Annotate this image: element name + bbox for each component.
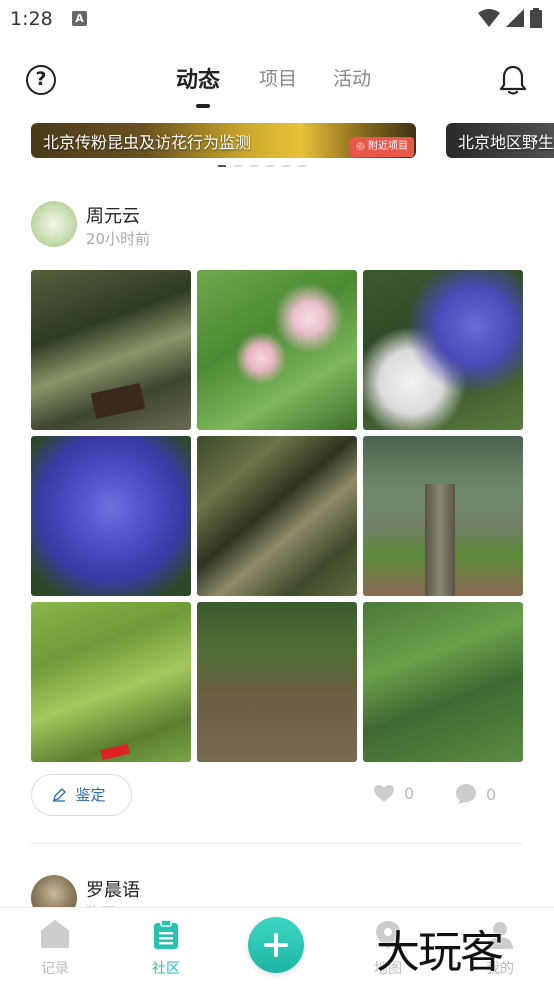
post-divider bbox=[31, 843, 523, 844]
nearby-project-badge: ◎ 附近项目 bbox=[350, 137, 414, 157]
status-bar: 1:28 A bbox=[0, 0, 554, 40]
status-icons bbox=[478, 8, 542, 28]
add-record-button[interactable] bbox=[248, 917, 304, 973]
photo-pine-trunk[interactable] bbox=[363, 436, 523, 596]
edit-pen-icon bbox=[53, 788, 66, 802]
clipboard-icon bbox=[154, 920, 178, 949]
avatar[interactable] bbox=[31, 201, 77, 247]
carousel-dot bbox=[234, 165, 242, 167]
comment-icon bbox=[456, 784, 476, 804]
carousel-dot bbox=[218, 165, 226, 167]
comment-button[interactable]: 0 bbox=[456, 784, 496, 804]
banner-title: 北京传粉昆虫及访花行为监测 bbox=[43, 133, 252, 152]
photo-agapanthus-blue[interactable] bbox=[31, 436, 191, 596]
top-nav: ? 动态 项目 活动 bbox=[0, 54, 554, 110]
nav-community[interactable]: 社区 bbox=[136, 920, 196, 977]
signal-icon bbox=[506, 9, 524, 27]
appraise-button[interactable]: 鉴定 bbox=[31, 774, 132, 816]
like-button[interactable]: 0 bbox=[374, 784, 414, 803]
bell-icon[interactable] bbox=[498, 64, 528, 96]
banner-carousel: 北京传粉昆虫及访花行为监测 ◎ 附近项目 北京地区野生 bbox=[0, 120, 554, 172]
like-count: 0 bbox=[404, 784, 415, 803]
photo-pine-branches[interactable] bbox=[31, 602, 191, 762]
tab-indicator bbox=[196, 104, 210, 108]
battery-icon bbox=[530, 8, 542, 28]
photo-grid bbox=[31, 270, 523, 763]
photo-conifer-foliage[interactable] bbox=[363, 602, 523, 762]
status-time: 1:28 bbox=[10, 8, 53, 30]
watermark: 大玩客 bbox=[376, 927, 504, 978]
user-name[interactable]: 罗晨语 bbox=[86, 876, 140, 902]
nav-label: 社区 bbox=[152, 961, 180, 977]
help-button[interactable]: ? bbox=[26, 65, 56, 95]
carousel-dot bbox=[250, 165, 258, 167]
tree-trunk-icon bbox=[425, 484, 455, 596]
banner-title: 北京地区野生 bbox=[458, 133, 554, 152]
carousel-dot bbox=[266, 165, 274, 167]
notification-a-icon: A bbox=[72, 11, 87, 26]
carousel-dot bbox=[298, 165, 306, 167]
red-label-icon bbox=[100, 743, 130, 761]
tab-projects[interactable]: 项目 bbox=[259, 64, 297, 91]
photo-conifer-seedlings[interactable] bbox=[197, 602, 357, 762]
post-time: 20小时前 bbox=[86, 230, 151, 248]
heart-icon bbox=[374, 784, 394, 802]
banner-wild-plants[interactable]: 北京地区野生 bbox=[446, 123, 554, 158]
comment-count: 0 bbox=[486, 784, 497, 804]
user-name[interactable]: 周元云 bbox=[86, 202, 140, 228]
carousel-dots bbox=[218, 165, 306, 167]
tab-events[interactable]: 活动 bbox=[333, 64, 371, 91]
photo-oakleaf-hydrangea[interactable] bbox=[197, 270, 357, 430]
wifi-icon bbox=[478, 9, 500, 27]
photo-bamboo-plant[interactable] bbox=[31, 270, 191, 430]
tab-feed[interactable]: 动态 bbox=[176, 62, 220, 94]
appraise-label: 鉴定 bbox=[75, 786, 106, 804]
photo-agapanthus-white-blue[interactable] bbox=[363, 270, 523, 430]
nav-label: 记录 bbox=[41, 961, 69, 977]
photo-twisted-branches[interactable] bbox=[197, 436, 357, 596]
nav-record[interactable]: 记录 bbox=[25, 920, 85, 977]
banner-pollinator-project[interactable]: 北京传粉昆虫及访花行为监测 ◎ 附近项目 bbox=[31, 123, 416, 158]
home-icon bbox=[41, 920, 69, 948]
plant-sign-icon bbox=[90, 383, 146, 419]
carousel-dot bbox=[282, 165, 290, 167]
